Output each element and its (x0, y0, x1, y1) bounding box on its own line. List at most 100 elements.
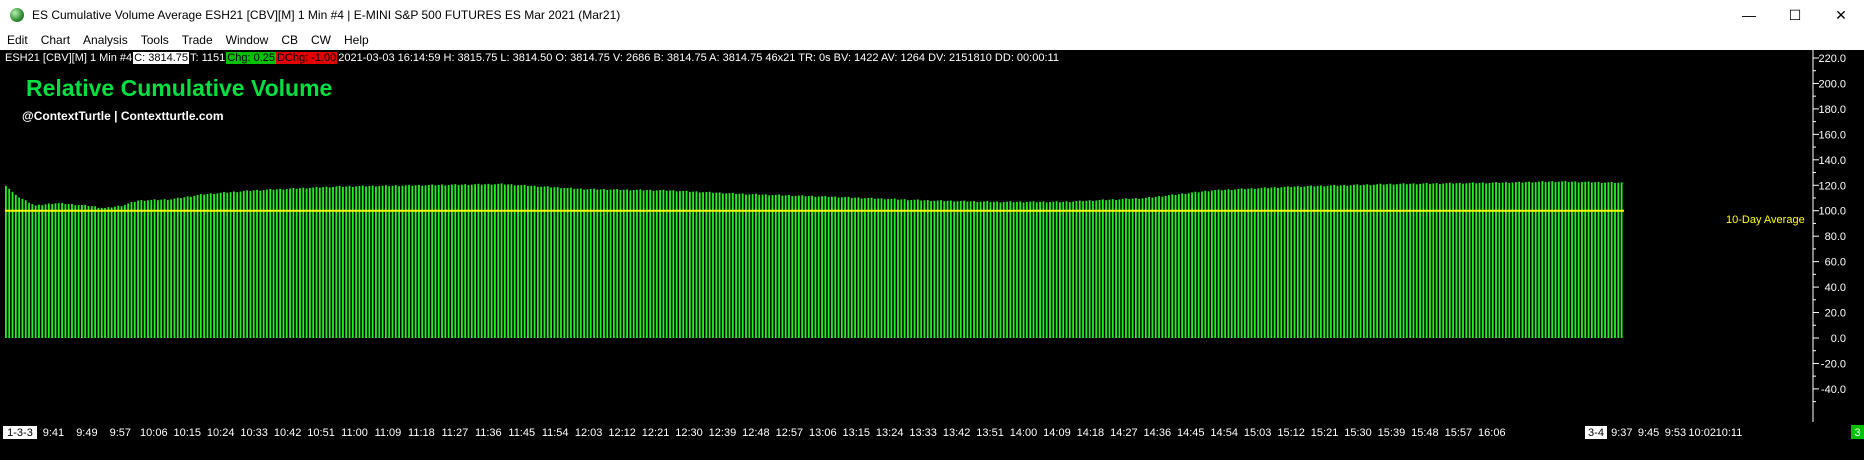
menu-help[interactable]: Help (337, 33, 375, 47)
volume-bar (645, 190, 648, 338)
volume-bar (1409, 183, 1412, 338)
volume-bar (1538, 181, 1540, 338)
volume-bar (1088, 200, 1091, 338)
volume-bar (74, 205, 77, 338)
close-button[interactable]: ✕ (1818, 0, 1864, 30)
volume-bar (381, 185, 384, 338)
volume-bar (1204, 190, 1207, 338)
close-value: C: 3814.75 (133, 52, 189, 64)
volume-bar (166, 199, 169, 338)
volume-bar (1495, 182, 1497, 338)
volume-bar (38, 204, 40, 338)
menu-edit[interactable]: Edit (0, 33, 34, 47)
volume-bar (1528, 181, 1530, 338)
x-tick-label: 11:54 (542, 427, 569, 439)
volume-bar (424, 185, 427, 338)
menu-trade[interactable]: Trade (175, 33, 219, 47)
volume-bar (1207, 191, 1210, 338)
volume-bar (596, 189, 599, 338)
right-badge: 3 (1854, 427, 1860, 439)
volume-bar (688, 191, 691, 338)
volume-bar (1148, 197, 1151, 338)
volume-bar (1273, 187, 1276, 338)
volume-bar (460, 184, 463, 338)
volume-bar (976, 202, 979, 338)
symbol-info-bar: ESH21 [CBV][M] 1 Min #4 C: 3814.75 T: 11… (4, 51, 1060, 65)
volume-bar (1098, 199, 1101, 338)
volume-bar (1508, 182, 1511, 338)
volume-bar (1310, 185, 1312, 338)
window-title: ES Cumulative Volume Average ESH21 [CBV]… (32, 8, 621, 22)
volume-bar (807, 196, 810, 338)
volume-bar (1042, 201, 1045, 338)
menu-analysis[interactable]: Analysis (76, 33, 134, 47)
volume-bar (1501, 182, 1504, 338)
volume-bar (216, 193, 219, 338)
volume-bar (973, 200, 975, 338)
volume-bar (199, 194, 202, 338)
volume-bar (672, 190, 675, 338)
x-tick-label: 11:18 (408, 427, 435, 439)
maximize-button[interactable]: ☐ (1772, 0, 1818, 30)
volume-bar (890, 198, 893, 338)
volume-bar (996, 201, 999, 338)
volume-bar (817, 196, 820, 338)
y-tick-label: 180.0 (1818, 104, 1846, 116)
volume-bar (503, 184, 506, 338)
volume-bar (1049, 202, 1051, 338)
y-tick-label: 20.0 (1825, 308, 1846, 320)
volume-bar (1194, 191, 1197, 338)
volume-bar (1326, 185, 1329, 338)
x-tick-label: 9:45 (1638, 427, 1659, 439)
volume-bar (1399, 183, 1402, 338)
volume-bar (523, 184, 526, 338)
y-tick-label: 120.0 (1818, 180, 1846, 192)
volume-bar (761, 194, 764, 338)
menu-chart[interactable]: Chart (34, 33, 76, 47)
volume-bar (527, 186, 529, 338)
volume-bar (104, 207, 106, 338)
chart-canvas: 220.0 200.0 180.0 160.0 140.0 120.0 100.0 80.0 6… (0, 50, 1864, 460)
volume-bar (1438, 183, 1441, 338)
volume-bar (609, 189, 612, 338)
volume-bar (497, 183, 500, 338)
volume-bar (1491, 182, 1494, 338)
chart-area[interactable]: 220.0 200.0 180.0 160.0 140.0 120.0 100.0 80.0 6… (0, 50, 1864, 460)
volume-bar (1131, 198, 1134, 338)
chart-subtitle: @ContextTurtle | Contextturtle.com (22, 109, 224, 123)
volume-bar (1333, 184, 1336, 338)
menu-cw[interactable]: CW (304, 33, 337, 47)
volume-bar (1614, 182, 1616, 338)
volume-bar (345, 186, 348, 338)
menu-tools[interactable]: Tools (134, 33, 175, 47)
volume-bar (999, 202, 1002, 338)
volume-bar (1022, 202, 1025, 338)
volume-bar (946, 200, 949, 338)
volume-bar (1316, 185, 1319, 338)
volume-bar (31, 204, 34, 338)
volume-bar (474, 184, 476, 338)
volume-bar (1035, 202, 1038, 338)
volume-bar (1548, 181, 1550, 338)
volume-bar (123, 204, 126, 338)
menu-cb[interactable]: CB (274, 33, 304, 47)
volume-bar (989, 202, 992, 338)
volume-bar (1177, 194, 1180, 338)
volume-bar (949, 200, 952, 338)
volume-bar (1174, 194, 1177, 338)
volume-bar (54, 203, 57, 338)
volume-bar (1019, 201, 1022, 338)
menu-window[interactable]: Window (219, 33, 275, 47)
volume-bar (854, 197, 856, 338)
volume-bar (47, 203, 50, 338)
x-tick-label: 11:45 (508, 427, 535, 439)
volume-bar (21, 198, 24, 338)
minimize-button[interactable]: — (1726, 0, 1772, 30)
volume-bar (421, 185, 424, 338)
volume-bar (180, 198, 182, 338)
volume-bar (698, 192, 701, 338)
x-tick-label: 15:03 (1244, 427, 1272, 439)
volume-bar (953, 201, 956, 338)
volume-bar (1422, 183, 1425, 338)
volume-bar (897, 199, 899, 338)
